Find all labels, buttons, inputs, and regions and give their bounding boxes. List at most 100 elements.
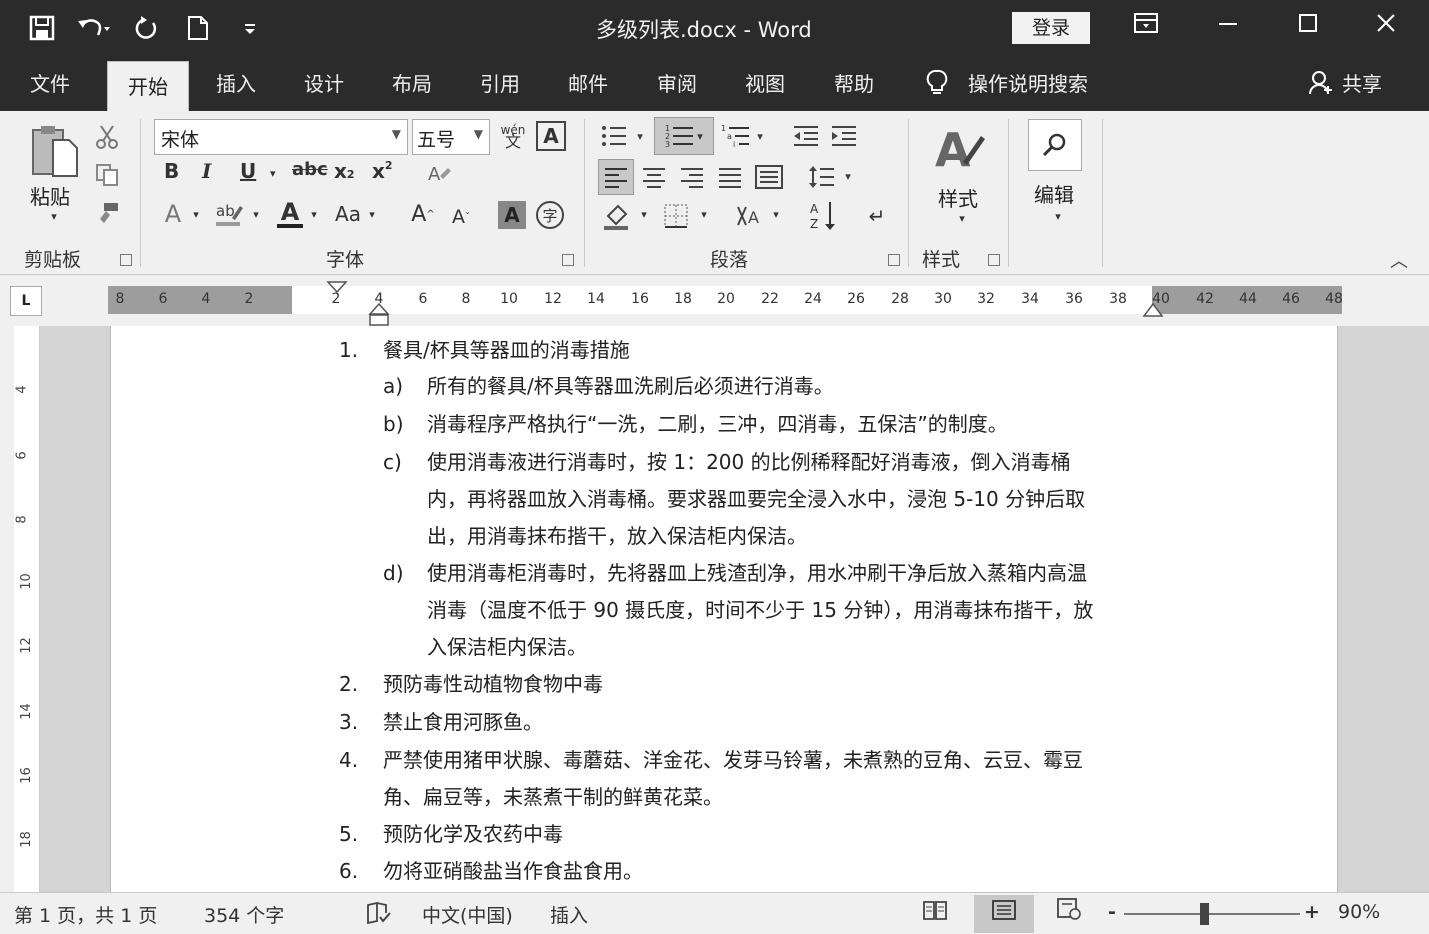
- font-color-dropdown-icon[interactable]: ▾: [308, 207, 320, 221]
- tab-home[interactable]: 开始: [107, 61, 189, 113]
- insert-mode[interactable]: 插入: [550, 901, 588, 928]
- multilevel-list-icon[interactable]: 1ai: [718, 121, 754, 151]
- tab-selector[interactable]: L: [10, 286, 42, 316]
- align-right-icon[interactable]: [676, 161, 708, 193]
- justify-icon[interactable]: [714, 161, 746, 193]
- tab-layout[interactable]: 布局: [392, 68, 432, 97]
- tab-review[interactable]: 审阅: [657, 68, 697, 97]
- clear-formatting-icon[interactable]: A: [424, 161, 454, 189]
- new-doc-icon[interactable]: [178, 10, 218, 46]
- subscript-icon[interactable]: x2: [334, 159, 355, 183]
- tell-me-search[interactable]: 操作说明搜索: [926, 68, 1088, 97]
- phonetic-guide-icon[interactable]: wén 文: [496, 119, 530, 153]
- paragraph-launcher-icon[interactable]: [888, 254, 900, 266]
- align-left-icon[interactable]: [598, 159, 634, 195]
- line-spacing-icon[interactable]: [806, 161, 838, 193]
- editing-dropdown-icon[interactable]: ▾: [1052, 209, 1064, 223]
- zoom-in-button[interactable]: +: [1304, 901, 1320, 923]
- tab-file[interactable]: 文件: [30, 68, 70, 97]
- hanging-indent-icon[interactable]: [368, 302, 390, 328]
- asian-layout-icon[interactable]: A: [732, 201, 770, 231]
- text-effects-icon[interactable]: A: [158, 199, 188, 229]
- customize-icon[interactable]: [230, 10, 270, 46]
- increase-indent-icon[interactable]: [828, 121, 860, 151]
- clipboard-launcher-icon[interactable]: [120, 254, 132, 266]
- bold-icon[interactable]: B: [164, 159, 179, 183]
- search-icon[interactable]: [1028, 119, 1082, 171]
- styles-icon[interactable]: A: [932, 121, 988, 177]
- ribbon-display-options-icon[interactable]: [1126, 8, 1166, 48]
- zoom-out-button[interactable]: -: [1108, 901, 1116, 923]
- enclose-characters-icon[interactable]: 字: [536, 201, 564, 229]
- shrink-font-icon[interactable]: Aˇ: [446, 203, 476, 231]
- grow-font-icon[interactable]: A ^: [408, 199, 438, 229]
- numbering-icon[interactable]: 123 ▾: [654, 117, 714, 155]
- minimize-icon[interactable]: [1208, 8, 1248, 48]
- shading-icon[interactable]: [600, 201, 634, 231]
- decrease-indent-icon[interactable]: [790, 121, 822, 151]
- strikethrough-icon[interactable]: abc: [292, 159, 328, 180]
- right-indent-icon[interactable]: [1142, 302, 1164, 318]
- cut-icon[interactable]: [92, 123, 122, 151]
- italic-icon[interactable]: I: [202, 159, 211, 183]
- zoom-slider-thumb[interactable]: [1200, 903, 1209, 925]
- paste-dropdown-icon[interactable]: ▾: [48, 209, 60, 223]
- tab-help[interactable]: 帮助: [834, 68, 874, 97]
- tab-design[interactable]: 设计: [304, 68, 344, 97]
- copy-icon[interactable]: [92, 161, 122, 189]
- styles-launcher-icon[interactable]: [988, 254, 1000, 266]
- underline-icon[interactable]: U: [240, 159, 256, 183]
- read-mode-icon[interactable]: [910, 895, 960, 933]
- show-marks-icon[interactable]: ↵: [862, 201, 892, 231]
- align-center-icon[interactable]: [638, 161, 670, 193]
- multilevel-dropdown-icon[interactable]: ▾: [754, 129, 766, 143]
- shading-dropdown-icon[interactable]: ▾: [638, 207, 650, 221]
- font-color-icon[interactable]: A: [274, 197, 306, 231]
- proofing-icon[interactable]: [366, 901, 392, 930]
- bullets-dropdown-icon[interactable]: ▾: [634, 129, 646, 143]
- tab-mailings[interactable]: 邮件: [568, 68, 608, 97]
- text-effects-dropdown-icon[interactable]: ▾: [190, 207, 202, 221]
- vertical-ruler[interactable]: 4 6 8 10 12 14 16 18: [14, 326, 40, 892]
- font-launcher-icon[interactable]: [562, 254, 574, 266]
- tab-view[interactable]: 视图: [745, 68, 785, 97]
- tab-references[interactable]: 引用: [480, 68, 520, 97]
- tab-insert[interactable]: 插入: [216, 68, 256, 97]
- borders-dropdown-icon[interactable]: ▾: [698, 207, 710, 221]
- page-count[interactable]: 第 1 页，共 1 页: [14, 901, 157, 928]
- print-layout-icon[interactable]: [974, 895, 1034, 933]
- first-line-indent-icon[interactable]: [326, 280, 348, 330]
- paste-icon[interactable]: [26, 121, 82, 181]
- underline-dropdown-icon[interactable]: ▾: [270, 167, 276, 180]
- sort-icon[interactable]: AZ: [806, 199, 840, 233]
- maximize-icon[interactable]: [1288, 8, 1328, 48]
- save-icon[interactable]: [22, 10, 62, 46]
- document-page[interactable]: 1. 餐具/杯具等器皿的消毒措施 a) 所有的餐具/杯具等器皿洗刷后必须进行消毒…: [110, 326, 1338, 892]
- close-icon[interactable]: [1366, 8, 1406, 48]
- bullets-icon[interactable]: [598, 121, 630, 151]
- highlight-dropdown-icon[interactable]: ▾: [250, 207, 262, 221]
- zoom-slider-track[interactable]: [1124, 913, 1300, 915]
- share-button[interactable]: 共享: [1308, 68, 1382, 97]
- distributed-icon[interactable]: [752, 161, 786, 193]
- borders-icon[interactable]: [660, 201, 692, 231]
- change-case-icon[interactable]: Aa: [330, 199, 366, 229]
- format-painter-icon[interactable]: [92, 199, 122, 227]
- word-count[interactable]: 354 个字: [204, 901, 284, 928]
- styles-dropdown-icon[interactable]: ▾: [956, 211, 968, 225]
- change-case-dropdown-icon[interactable]: ▾: [366, 207, 378, 221]
- language[interactable]: 中文(中国): [422, 901, 513, 928]
- web-layout-icon[interactable]: [1044, 895, 1094, 933]
- redo-icon[interactable]: [126, 10, 166, 46]
- collapse-ribbon-icon[interactable]: ︿: [1390, 247, 1408, 273]
- asian-layout-dropdown-icon[interactable]: ▾: [770, 207, 782, 221]
- character-border-icon[interactable]: A: [536, 121, 566, 151]
- login-button[interactable]: 登录: [1012, 12, 1090, 44]
- font-size-combo[interactable]: 五号 ▼: [412, 119, 490, 155]
- character-shading-icon[interactable]: A: [498, 201, 526, 229]
- zoom-level[interactable]: 90%: [1338, 901, 1380, 923]
- highlight-icon[interactable]: ab: [212, 199, 246, 229]
- font-name-combo[interactable]: 宋体 ▼: [154, 119, 408, 155]
- superscript-icon[interactable]: x2: [372, 159, 393, 183]
- undo-icon[interactable]: [74, 10, 114, 46]
